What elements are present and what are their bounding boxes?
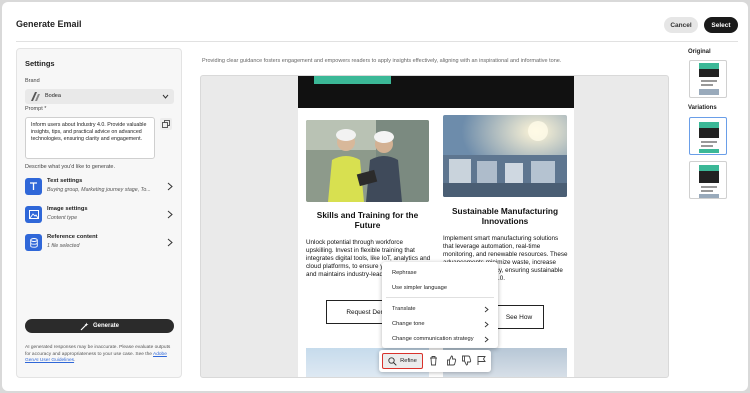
chevron-down-icon — [162, 94, 169, 99]
option-title: Image settings — [47, 206, 88, 212]
original-label: Original — [688, 49, 711, 55]
chevron-right-icon — [484, 336, 489, 343]
trash-icon[interactable] — [428, 355, 439, 366]
bodea-logo-icon — [31, 92, 40, 101]
chevron-right-icon — [167, 182, 173, 191]
chevron-right-icon — [167, 238, 173, 247]
header-divider — [16, 41, 738, 42]
generate-label: Generate — [92, 323, 119, 329]
disclaimer-text: AI generated responses may be inaccurate… — [25, 345, 171, 357]
refine-button[interactable]: Refine — [382, 353, 423, 369]
settings-title: Settings — [25, 59, 55, 68]
variation-thumbnail-2[interactable] — [689, 161, 727, 199]
menu-item-simpler-language[interactable]: Use simpler language — [392, 285, 447, 291]
select-button[interactable]: Select — [704, 17, 738, 33]
refine-menu: Rephrase Use simpler language Translate … — [382, 262, 498, 348]
original-thumbnail[interactable] — [689, 60, 727, 98]
required-marker: * — [44, 106, 47, 112]
header-cta-button — [314, 76, 391, 84]
flag-icon[interactable] — [476, 355, 487, 366]
brand-label: Brand — [25, 78, 40, 84]
image-settings-option[interactable]: Image settings Content type — [25, 204, 174, 226]
option-title: Text settings — [47, 178, 83, 184]
copy-icon — [162, 120, 170, 128]
magic-wand-icon — [80, 322, 89, 330]
refine-toolbar: Refine — [379, 350, 491, 372]
describe-label: Describe what you'd like to generate. — [25, 164, 116, 170]
thumbs-down-icon[interactable] — [461, 355, 472, 366]
variation-caption: Providing clear guidance fosters engagem… — [202, 58, 562, 64]
image-icon — [25, 206, 42, 223]
generate-email-dialog: Generate Email Cancel Select Settings Br… — [2, 2, 748, 391]
menu-item-change-tone[interactable]: Change tone — [392, 321, 425, 327]
reference-content-option[interactable]: Reference content 1 file selected — [25, 232, 174, 254]
chevron-right-icon — [484, 321, 489, 328]
engineers-photo[interactable] — [306, 120, 429, 202]
brand-value: Bodea — [45, 93, 61, 99]
database-icon — [25, 234, 42, 251]
chevron-right-icon — [167, 210, 173, 219]
text-settings-option[interactable]: Text settings Buying group, Marketing jo… — [25, 176, 174, 198]
prompt-input[interactable]: Inform users about Industry 4.0. Provide… — [25, 117, 155, 159]
factory-photo[interactable] — [443, 115, 567, 197]
option-subtitle: Content type — [47, 215, 78, 221]
thumbs-up-icon[interactable] — [446, 355, 457, 366]
card1-heading: Skills and Training for the Future — [316, 210, 419, 230]
menu-item-translate[interactable]: Translate — [392, 306, 416, 312]
text-icon — [25, 178, 42, 195]
variations-label: Variations — [688, 105, 717, 111]
menu-item-rephrase[interactable]: Rephrase — [392, 270, 417, 276]
dialog-title: Generate Email — [16, 19, 82, 29]
cancel-button[interactable]: Cancel — [664, 17, 698, 33]
chevron-right-icon — [484, 306, 489, 313]
variation-thumbnail-1[interactable] — [689, 117, 727, 155]
option-title: Reference content — [47, 234, 98, 240]
brand-select[interactable]: Bodea — [25, 89, 174, 104]
settings-panel: Settings Brand Bodea Prompt * Inform use… — [16, 48, 182, 378]
card2-heading: Sustainable Manufacturing Innovations — [451, 206, 559, 226]
menu-divider — [386, 297, 494, 298]
refine-label: Refine — [400, 358, 417, 364]
option-subtitle: Buying group, Marketing journey stage, T… — [47, 187, 151, 193]
copy-prompt-button[interactable] — [160, 118, 172, 130]
menu-item-change-strategy[interactable]: Change communication strategy — [392, 336, 474, 342]
email-header-band — [298, 76, 574, 108]
refine-search-icon — [388, 356, 397, 366]
disclaimer-end: . — [74, 358, 76, 363]
option-subtitle: 1 file selected — [47, 243, 80, 249]
ai-disclaimer: AI generated responses may be inaccurate… — [25, 345, 175, 365]
generate-button[interactable]: Generate — [25, 319, 174, 333]
prompt-label: Prompt * — [25, 106, 47, 112]
